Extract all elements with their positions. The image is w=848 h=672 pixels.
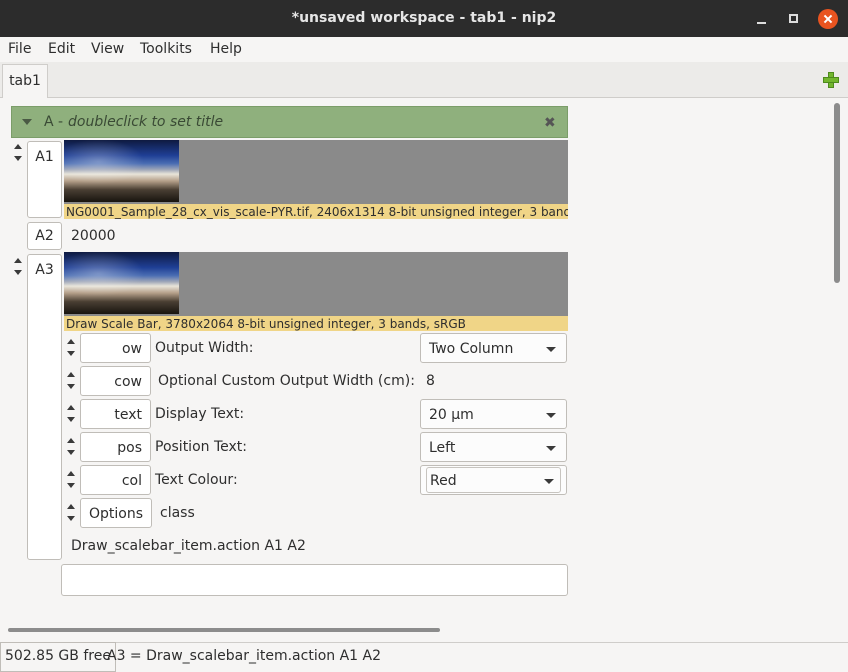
minimize-icon[interactable] [752, 9, 772, 29]
member-cow-spinner[interactable] [66, 370, 76, 392]
row-a3-image-view[interactable] [64, 252, 568, 316]
member-options-spinner[interactable] [66, 502, 76, 524]
chevron-down-icon [546, 446, 556, 451]
member-col-label: Text Colour: [155, 472, 238, 488]
row-a3-label[interactable]: A3 [27, 254, 62, 560]
member-ow-spinner[interactable] [66, 337, 76, 359]
output-width-value: Two Column [429, 341, 514, 357]
member-col-name[interactable]: col [80, 465, 151, 495]
member-options-name[interactable]: Options [80, 498, 152, 528]
display-text-dropdown[interactable]: 20 µm [420, 399, 567, 429]
member-ow-name[interactable]: ow [80, 333, 151, 363]
title-bar: *unsaved workspace - tab1 - nip2 [0, 0, 848, 37]
row-a2-label[interactable]: A2 [27, 222, 62, 250]
text-colour-frame: Red [420, 465, 567, 495]
chevron-down-icon [544, 479, 554, 484]
row-a2-value: 20000 [71, 228, 116, 244]
vertical-scrollbar[interactable] [834, 103, 840, 283]
tab-strip: tab1 [0, 62, 848, 98]
member-pos-name[interactable]: pos [80, 432, 151, 462]
member-pos-label: Position Text: [155, 439, 247, 455]
horizontal-scrollbar[interactable] [8, 628, 440, 632]
column-header[interactable]: A - doubleclick to set title ✖ [11, 106, 568, 138]
window-title: *unsaved workspace - tab1 - nip2 [291, 10, 557, 26]
row-a1-thumbnail[interactable] [64, 140, 179, 202]
row-a3-expression: Draw_scalebar_item.action A1 A2 [71, 538, 306, 554]
menu-help[interactable]: Help [210, 41, 242, 57]
member-ow-label: Output Width: [155, 340, 254, 356]
member-cow-label: Optional Custom Output Width (cm): [158, 373, 415, 389]
member-cow-name[interactable]: cow [80, 366, 151, 396]
member-text-label: Display Text: [155, 406, 245, 422]
add-tab-icon[interactable] [823, 72, 839, 88]
member-pos-spinner[interactable] [66, 436, 76, 458]
menu-toolkits[interactable]: Toolkits [140, 41, 192, 57]
tab-tab1[interactable]: tab1 [2, 64, 48, 98]
column-name: A - [44, 114, 64, 130]
output-width-dropdown[interactable]: Two Column [420, 333, 567, 363]
new-expression-input[interactable] [61, 564, 568, 596]
column-close-icon[interactable]: ✖ [544, 115, 556, 131]
member-text-spinner[interactable] [66, 403, 76, 425]
custom-width-value[interactable]: 8 [426, 373, 435, 389]
menu-view[interactable]: View [91, 41, 124, 57]
menu-edit[interactable]: Edit [48, 41, 75, 57]
row-a3-spinner[interactable] [13, 256, 23, 278]
row-a1-image-view[interactable] [64, 140, 568, 204]
row-a1-caption: NG0001_Sample_28_cx_vis_scale-PYR.tif, 2… [64, 204, 568, 219]
member-options-label: class [160, 505, 195, 521]
menu-file[interactable]: File [8, 41, 31, 57]
chevron-down-icon [546, 347, 556, 352]
menu-bar: File Edit View Toolkits Help [0, 37, 848, 62]
position-text-dropdown[interactable]: Left [420, 432, 567, 462]
row-a3-caption: Draw Scale Bar, 3780x2064 8-bit unsigned… [64, 316, 568, 331]
maximize-icon[interactable] [784, 9, 804, 29]
collapse-triangle-icon[interactable] [22, 119, 32, 125]
row-a3-thumbnail[interactable] [64, 252, 179, 314]
position-text-value: Left [429, 440, 456, 456]
display-text-value: 20 µm [429, 407, 474, 423]
member-text-name[interactable]: text [80, 399, 151, 429]
row-a1-label[interactable]: A1 [27, 141, 62, 218]
member-col-spinner[interactable] [66, 469, 76, 491]
close-icon[interactable] [818, 9, 838, 29]
chevron-down-icon [546, 413, 556, 418]
disk-free-indicator: 502.85 GB free [0, 642, 116, 672]
column-title-hint[interactable]: doubleclick to set title [68, 114, 223, 130]
status-message: A3 = Draw_scalebar_item.action A1 A2 [107, 648, 382, 664]
row-a1-spinner[interactable] [13, 142, 23, 164]
text-colour-dropdown[interactable]: Red [426, 467, 561, 493]
text-colour-value: Red [430, 473, 457, 489]
